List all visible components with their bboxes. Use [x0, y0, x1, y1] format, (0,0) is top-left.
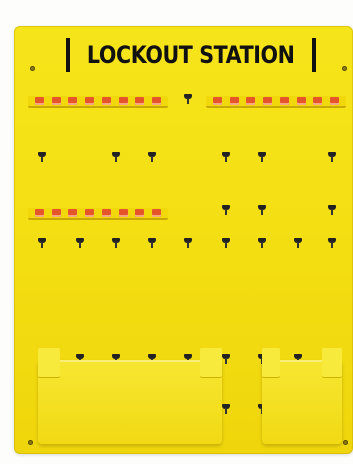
screw-top-right [342, 66, 347, 71]
hook-icon [184, 94, 192, 104]
tag-slot [152, 209, 162, 217]
tag-slot [212, 97, 222, 105]
tag-slot [135, 97, 145, 105]
tag-slot [118, 97, 128, 105]
screw-top-left [30, 66, 35, 71]
hook-icon [148, 152, 156, 162]
tag-slot [68, 209, 78, 217]
hook-icon [258, 238, 266, 248]
tag-slot [34, 97, 44, 105]
hook-icon [258, 205, 266, 215]
hook-icon [222, 238, 230, 248]
tag-slot [246, 97, 256, 105]
tag-slot [263, 97, 273, 105]
storage-pocket-left [38, 360, 222, 444]
pocket-lip-left-edge [262, 348, 280, 378]
tag-rack-top-right [206, 96, 346, 108]
hook-icon [112, 238, 120, 248]
tag-slot [313, 97, 323, 105]
hook-icon [222, 152, 230, 162]
tag-slot [101, 209, 111, 217]
photo-scene: LOCKOUT STATION [0, 0, 353, 464]
hook-icon [112, 152, 120, 162]
hook-icon [184, 238, 192, 248]
screw-bottom-right [343, 440, 348, 445]
tag-slot [296, 97, 306, 105]
pocket-lip-right-edge [322, 348, 342, 378]
tag-slot [152, 97, 162, 105]
tag-slot [51, 209, 61, 217]
hook-icon [148, 238, 156, 248]
tag-slot [51, 97, 61, 105]
hook-icon [258, 152, 266, 162]
hook-icon [76, 238, 84, 248]
tag-slot [229, 97, 239, 105]
hook-icon [294, 238, 302, 248]
hook-icon [222, 205, 230, 215]
tag-slot [68, 97, 78, 105]
pocket-lip-right-edge [200, 348, 222, 378]
board-title: LOCKOUT STATION [87, 41, 295, 69]
tag-slot [85, 97, 95, 105]
hook-icon [222, 354, 230, 364]
tag-slot [85, 209, 95, 217]
tag-slot [118, 209, 128, 217]
hook-icon [328, 205, 336, 215]
hook-icon [328, 238, 336, 248]
tag-rack-middle-left [28, 208, 168, 220]
hook-icon [222, 404, 230, 414]
tag-slot [101, 97, 111, 105]
hook-icon [38, 152, 46, 162]
hook-icon [38, 238, 46, 248]
tag-slot [330, 97, 340, 105]
tag-slot [135, 209, 145, 217]
tag-slot [34, 209, 44, 217]
screw-bottom-left [28, 440, 33, 445]
pocket-lip-left-edge [38, 348, 60, 378]
board-title-bar: LOCKOUT STATION [66, 38, 316, 72]
tag-slot [279, 97, 289, 105]
tag-rack-top-left [28, 96, 168, 108]
hook-icon [328, 152, 336, 162]
